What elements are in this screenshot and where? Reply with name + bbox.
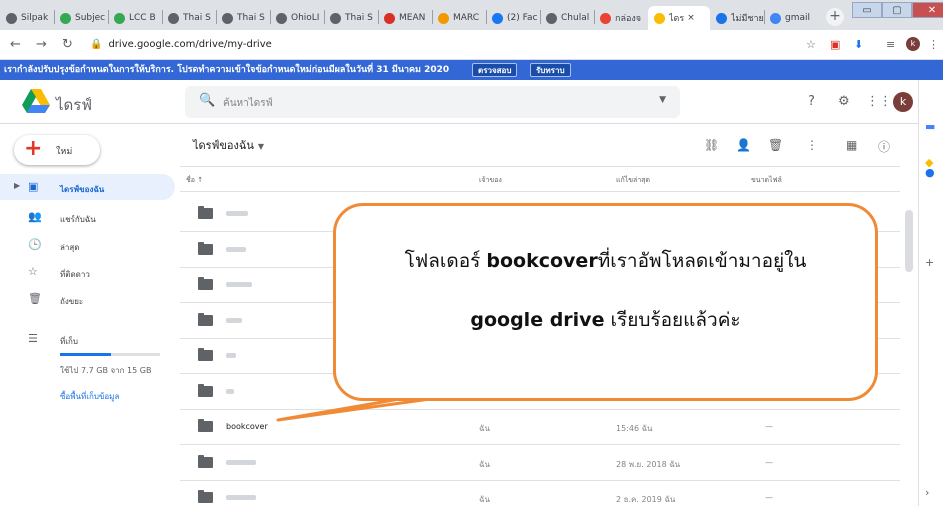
annotation-callout: โฟลเดอร์ bookcoverที่เราอัพโหลดเข้ามาอยู… xyxy=(333,203,878,401)
callout-line-2: google drive เรียบร้อยแล้วค่ะ xyxy=(336,305,875,335)
callout-bold-text: bookcover xyxy=(486,250,598,272)
callout-text: โฟลเดอร์ xyxy=(404,250,487,272)
callout-text: เรียบร้อยแล้วค่ะ xyxy=(604,309,741,331)
callout-line-1: โฟลเดอร์ bookcoverที่เราอัพโหลดเข้ามาอยู… xyxy=(336,246,875,276)
callout-bold-text: google drive xyxy=(470,309,605,331)
callout-text: ที่เราอัพโหลดเข้ามาอยู่ใน xyxy=(597,250,807,272)
pointer-mask xyxy=(418,391,451,398)
